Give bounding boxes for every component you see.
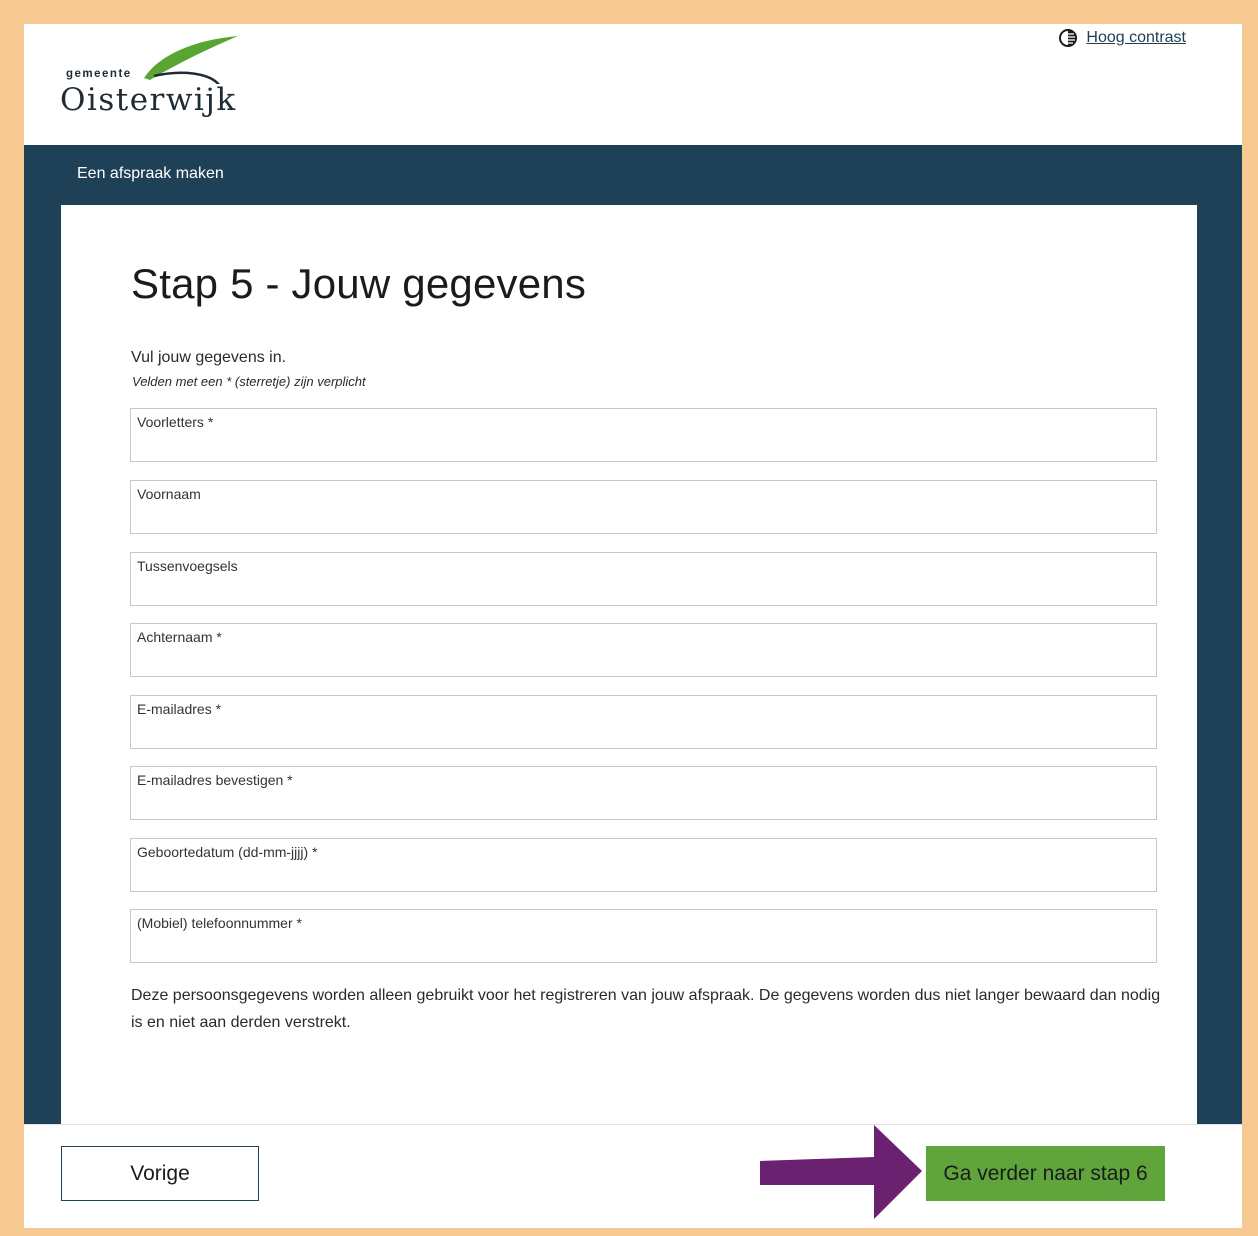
last-name-input[interactable]: [137, 650, 1147, 672]
field-label: Geboortedatum (dd-mm-jjjj) *: [137, 844, 318, 860]
field-label: Achternaam *: [137, 629, 222, 645]
phone-input[interactable]: [137, 936, 1147, 958]
infix-field[interactable]: Tussenvoegsels: [130, 552, 1157, 606]
initials-input[interactable]: [137, 435, 1147, 457]
high-contrast-toggle[interactable]: Hoog contrast: [1058, 28, 1186, 48]
previous-button[interactable]: Vorige: [61, 1146, 259, 1201]
email-input[interactable]: [137, 722, 1147, 744]
first-name-field[interactable]: Voornaam: [130, 480, 1157, 534]
birthdate-field[interactable]: Geboortedatum (dd-mm-jjjj) *: [130, 838, 1157, 892]
site-logo[interactable]: gemeente Oisterwijk: [60, 34, 260, 134]
logo-subtitle: gemeente: [66, 68, 132, 80]
phone-field[interactable]: (Mobiel) telefoonnummer *: [130, 909, 1157, 963]
required-note: Velden met een * (sterretje) zijn verpli…: [132, 374, 366, 389]
field-label: Tussenvoegsels: [137, 558, 238, 574]
initials-field[interactable]: Voorletters *: [130, 408, 1157, 462]
site-header: gemeente Oisterwijk Hoog contrast: [24, 24, 1242, 145]
privacy-notice: Deze persoonsgegevens worden alleen gebr…: [131, 987, 1161, 1031]
field-label: E-mailadres bevestigen *: [137, 772, 293, 788]
form-footer: Vorige Ga verder naar stap 6: [24, 1124, 1242, 1228]
form-intro: Vul jouw gegevens in.: [131, 349, 287, 366]
field-label: E-mailadres *: [137, 701, 222, 717]
form-card: Stap 5 - Jouw gegevens Vul jouw gegevens…: [61, 205, 1197, 1155]
last-name-field[interactable]: Achternaam *: [130, 623, 1157, 677]
nav-title: Een afspraak maken: [77, 165, 224, 182]
field-label: Voorletters *: [137, 414, 214, 430]
infix-input[interactable]: [137, 579, 1147, 601]
email-confirm-field[interactable]: E-mailadres bevestigen *: [130, 766, 1157, 820]
page-title: Stap 5 - Jouw gegevens: [131, 260, 587, 307]
field-label: (Mobiel) telefoonnummer *: [137, 915, 302, 931]
high-contrast-link[interactable]: Hoog contrast: [1086, 29, 1186, 47]
email-field[interactable]: E-mailadres *: [130, 695, 1157, 749]
field-label: Voornaam: [137, 486, 201, 502]
annotation-arrow-icon: [760, 1125, 922, 1219]
page-frame: gemeente Oisterwijk Hoog contrast Een af…: [24, 24, 1242, 1228]
first-name-input[interactable]: [137, 507, 1147, 529]
contrast-icon: [1059, 29, 1078, 47]
next-step-button[interactable]: Ga verder naar stap 6: [926, 1146, 1165, 1201]
logo-title: Oisterwijk: [60, 82, 237, 118]
birthdate-input[interactable]: [137, 865, 1147, 887]
email-confirm-input[interactable]: [137, 793, 1147, 815]
leaf-icon: [144, 36, 238, 84]
